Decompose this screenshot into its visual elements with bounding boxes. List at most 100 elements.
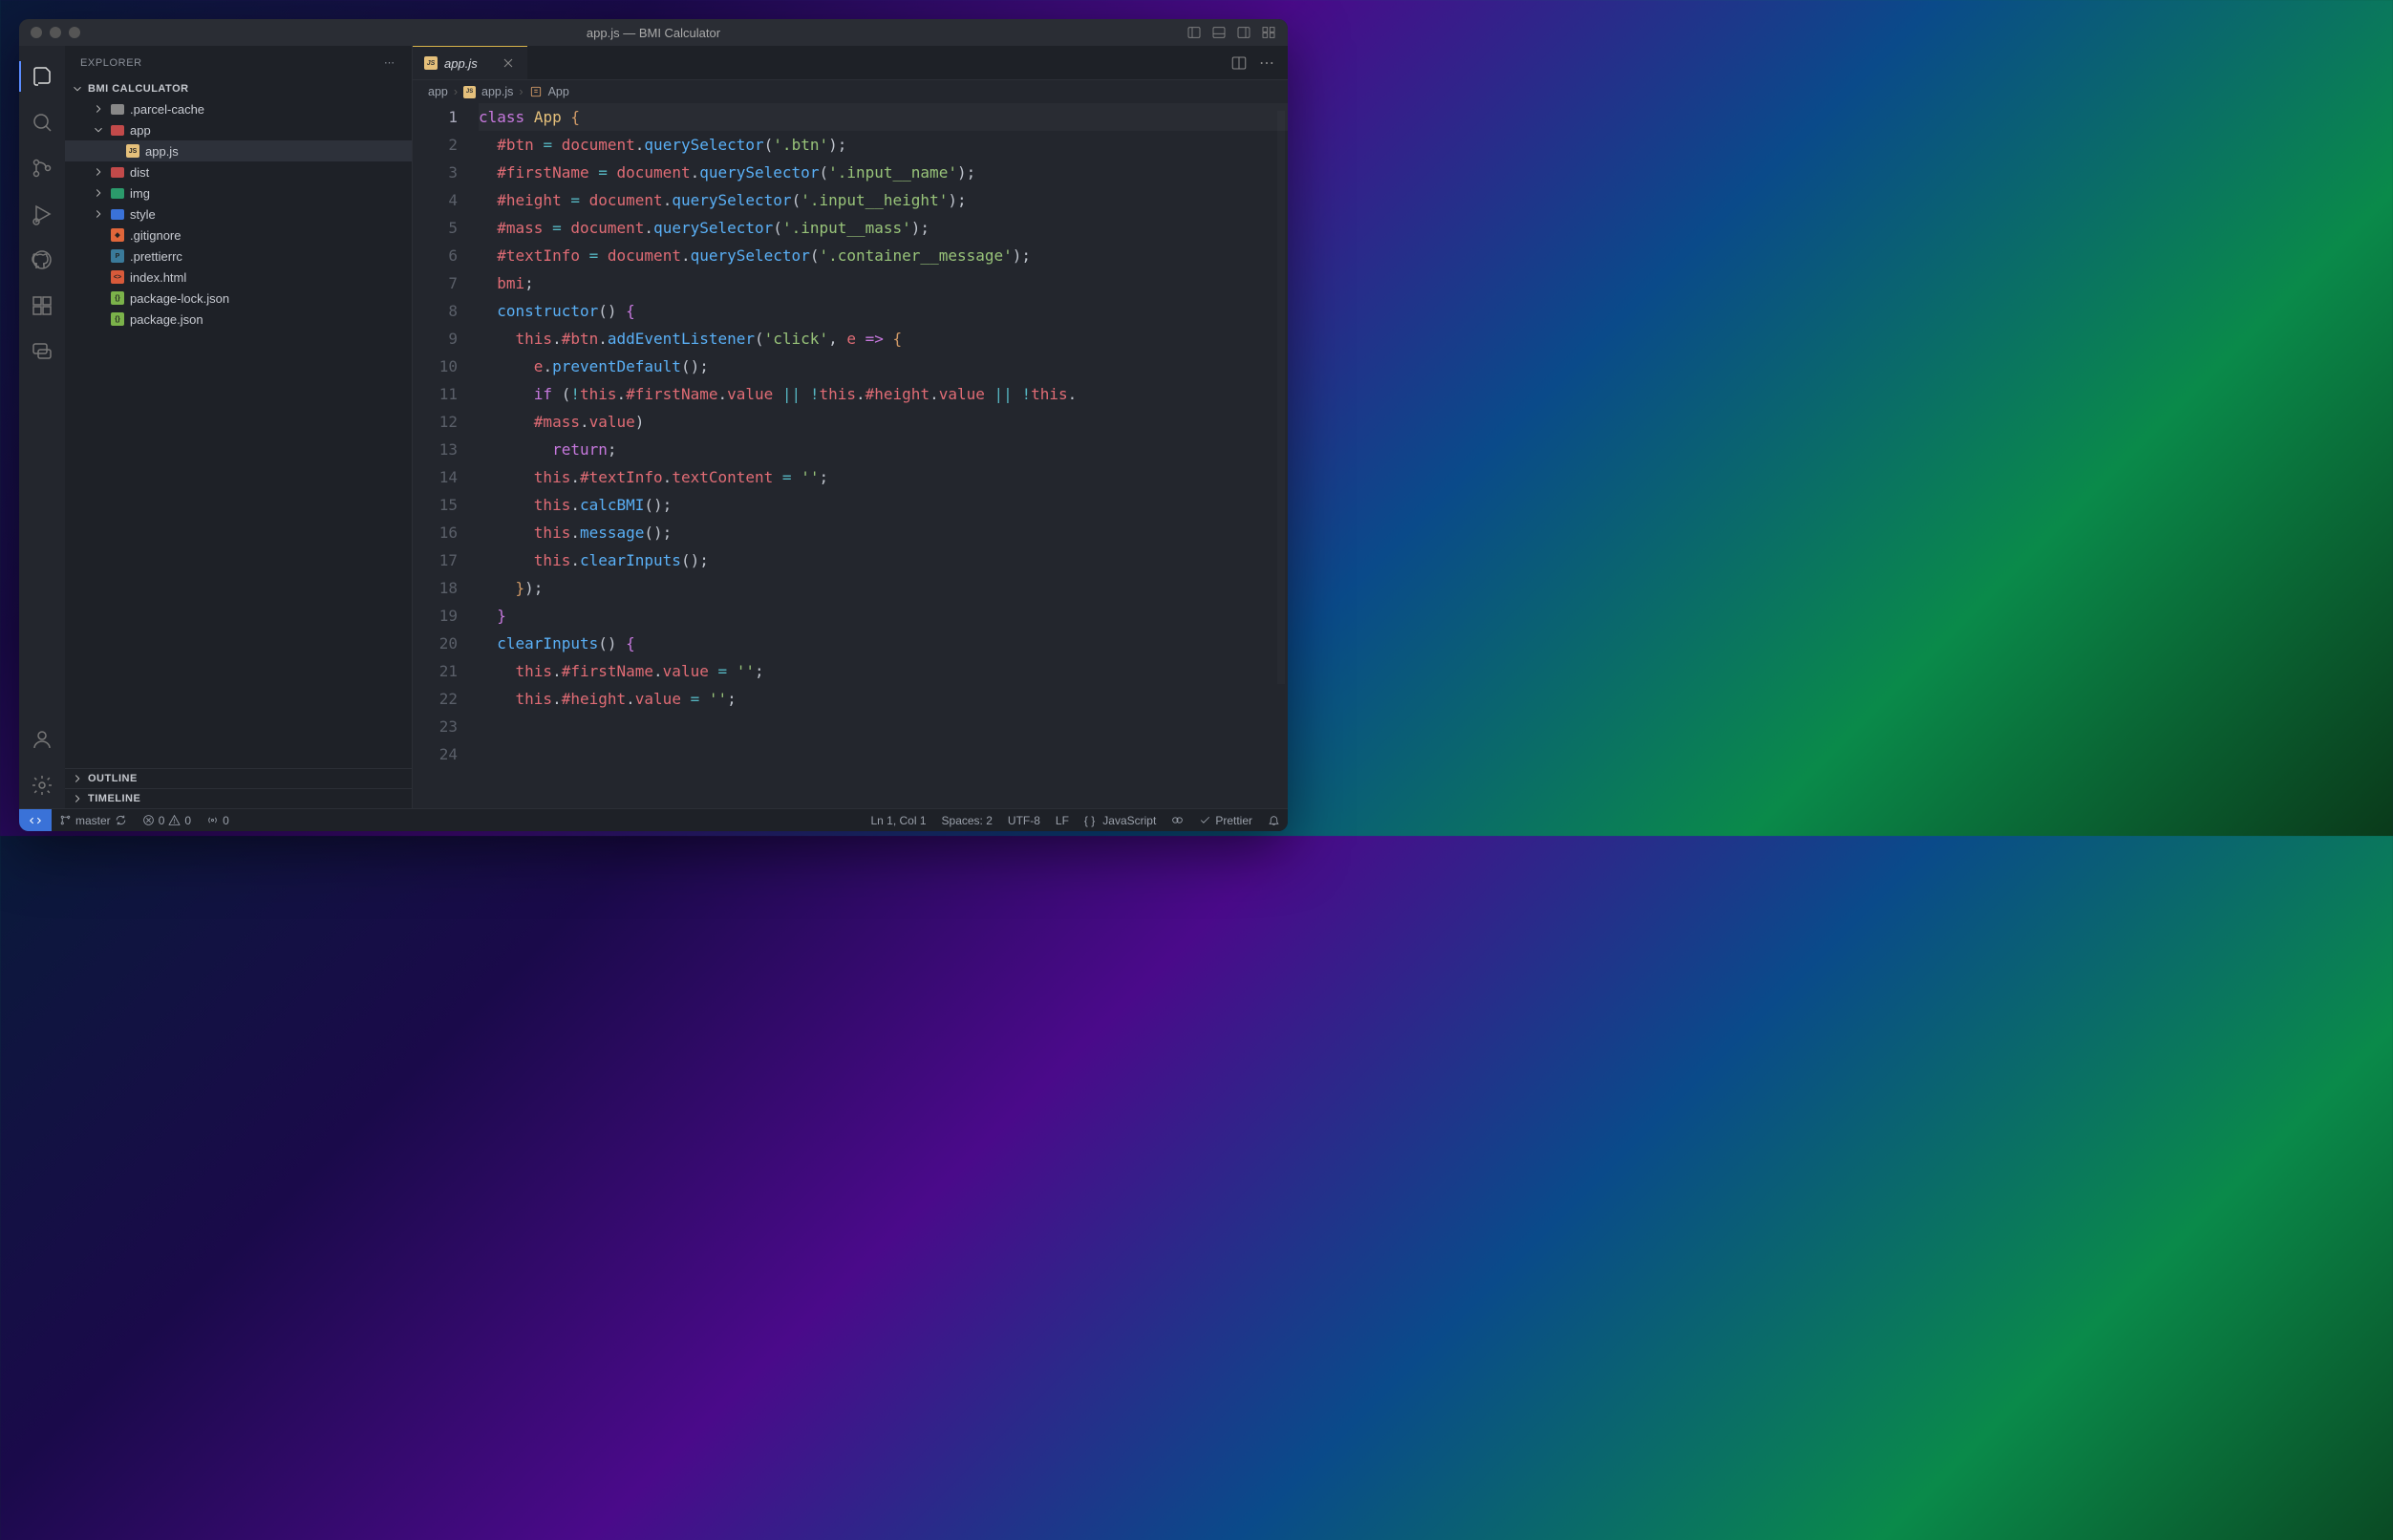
debug-tab[interactable] bbox=[19, 191, 65, 237]
file--gitignore[interactable]: ◆.gitignore bbox=[65, 225, 412, 246]
tree-label: .gitignore bbox=[130, 228, 181, 243]
timeline-section[interactable]: TIMELINE bbox=[65, 788, 412, 808]
remote-button[interactable] bbox=[19, 809, 52, 832]
breadcrumb-symbol[interactable]: App bbox=[548, 85, 569, 98]
file-package-json[interactable]: {}package.json bbox=[65, 309, 412, 330]
file-icon: <> bbox=[110, 269, 125, 285]
split-editor-icon[interactable] bbox=[1230, 54, 1248, 72]
chevron-right-icon bbox=[71, 772, 84, 785]
window-title: app.js — BMI Calculator bbox=[19, 26, 1288, 40]
traffic-lights[interactable] bbox=[31, 27, 80, 38]
language-status[interactable]: { }JavaScript bbox=[1077, 814, 1164, 827]
problems-status[interactable]: 0 0 bbox=[135, 809, 199, 831]
file-icon: {} bbox=[110, 311, 125, 327]
minimap[interactable] bbox=[1277, 111, 1285, 684]
error-count: 0 bbox=[159, 814, 165, 827]
layout-right-icon[interactable] bbox=[1236, 25, 1251, 40]
branch-icon bbox=[59, 814, 72, 826]
breadcrumb[interactable]: app › JS app.js › App bbox=[413, 80, 1288, 103]
tree-label: style bbox=[130, 207, 156, 222]
layout-left-icon[interactable] bbox=[1186, 25, 1202, 40]
explorer-tab[interactable] bbox=[19, 53, 65, 99]
search-tab[interactable] bbox=[19, 99, 65, 145]
tab-bar: JS app.js ⋯ bbox=[413, 46, 1288, 80]
chevron-right-icon bbox=[71, 792, 84, 805]
indentation-status[interactable]: Spaces: 2 bbox=[934, 814, 1000, 827]
vscode-window: app.js — BMI Calculator EXPLORER ⋯ bbox=[19, 19, 1288, 831]
sidebar-more-icon[interactable]: ⋯ bbox=[384, 56, 396, 69]
branch-name: master bbox=[75, 814, 111, 827]
outline-section[interactable]: OUTLINE bbox=[65, 768, 412, 788]
breadcrumb-folder[interactable]: app bbox=[428, 85, 448, 98]
file--prettierrc[interactable]: P.prettierrc bbox=[65, 246, 412, 267]
error-icon bbox=[142, 814, 155, 826]
js-file-icon: JS bbox=[424, 56, 438, 70]
code-editor[interactable]: 123456789101112131415161718192021222324 … bbox=[413, 103, 1288, 808]
account-icon[interactable] bbox=[19, 717, 65, 762]
close-dot[interactable] bbox=[31, 27, 42, 38]
outline-label: OUTLINE bbox=[88, 773, 138, 784]
sidebar: EXPLORER ⋯ BMI CALCULATOR .parcel-cachea… bbox=[65, 46, 413, 808]
encoding-status[interactable]: UTF-8 bbox=[1000, 814, 1048, 827]
git-branch-status[interactable]: master bbox=[52, 809, 135, 831]
tree-label: package-lock.json bbox=[130, 291, 229, 306]
file-icon: {} bbox=[110, 290, 125, 306]
file-index-html[interactable]: <>index.html bbox=[65, 267, 412, 288]
folder-img[interactable]: img bbox=[65, 182, 412, 203]
activity-bar bbox=[19, 46, 65, 808]
sidebar-header: EXPLORER ⋯ bbox=[65, 46, 412, 79]
sync-icon[interactable] bbox=[115, 814, 127, 826]
titlebar: app.js — BMI Calculator bbox=[19, 19, 1288, 46]
tree-label: dist bbox=[130, 165, 149, 180]
chat-tab[interactable] bbox=[19, 329, 65, 374]
folder-icon bbox=[110, 206, 125, 222]
code-lines[interactable]: class App { #btn = document.querySelecto… bbox=[475, 103, 1288, 808]
folder-dist[interactable]: dist bbox=[65, 161, 412, 182]
status-bar: master 0 0 0 Ln 1, Col 1 Spaces: 2 UTF-8… bbox=[19, 808, 1288, 831]
github-tab[interactable] bbox=[19, 237, 65, 283]
max-dot[interactable] bbox=[69, 27, 80, 38]
eol-status[interactable]: LF bbox=[1048, 814, 1077, 827]
chevron-down-icon bbox=[92, 123, 105, 137]
sidebar-title: EXPLORER bbox=[80, 57, 142, 69]
folder--parcel-cache[interactable]: .parcel-cache bbox=[65, 98, 412, 119]
warning-icon bbox=[168, 814, 181, 826]
folder-style[interactable]: style bbox=[65, 203, 412, 225]
file-app-js[interactable]: JS app.js bbox=[65, 140, 412, 161]
radio-icon bbox=[206, 814, 219, 826]
file-icon: P bbox=[110, 248, 125, 264]
min-dot[interactable] bbox=[50, 27, 61, 38]
timeline-label: TIMELINE bbox=[88, 793, 140, 804]
tree-label: app.js bbox=[145, 144, 179, 159]
layout-bottom-icon[interactable] bbox=[1211, 25, 1227, 40]
settings-icon[interactable] bbox=[19, 762, 65, 808]
editor-area: JS app.js ⋯ app › JS app.js › App 1234 bbox=[413, 46, 1288, 808]
project-section-header[interactable]: BMI CALCULATOR bbox=[65, 79, 412, 98]
liveshare-status[interactable]: 0 bbox=[199, 809, 237, 831]
chevron-right-icon bbox=[92, 207, 105, 221]
warning-count: 0 bbox=[184, 814, 191, 827]
prettier-status[interactable]: Prettier bbox=[1191, 814, 1260, 827]
folder-icon bbox=[110, 101, 125, 117]
folder-app[interactable]: app bbox=[65, 119, 412, 140]
bell-icon[interactable] bbox=[1260, 814, 1288, 826]
tree-label: img bbox=[130, 186, 150, 201]
class-icon bbox=[529, 85, 543, 98]
chevron-right-icon bbox=[92, 102, 105, 116]
cursor-position[interactable]: Ln 1, Col 1 bbox=[863, 814, 933, 827]
breadcrumb-file[interactable]: app.js bbox=[481, 85, 513, 98]
file-package-lock-json[interactable]: {} package-lock.json bbox=[65, 288, 412, 309]
chevron-right-icon bbox=[92, 186, 105, 200]
line-gutter: 123456789101112131415161718192021222324 bbox=[413, 103, 475, 808]
close-icon[interactable] bbox=[501, 55, 516, 71]
chevron-down-icon bbox=[71, 82, 84, 96]
tab-app-js[interactable]: JS app.js bbox=[413, 46, 527, 79]
file-icon: JS bbox=[125, 143, 140, 159]
scm-tab[interactable] bbox=[19, 145, 65, 191]
tab-more-icon[interactable]: ⋯ bbox=[1259, 53, 1276, 73]
radio-count: 0 bbox=[223, 814, 229, 827]
layout-grid-icon[interactable] bbox=[1261, 25, 1276, 40]
extensions-tab[interactable] bbox=[19, 283, 65, 329]
feedback-icon[interactable] bbox=[1164, 814, 1191, 826]
folder-icon bbox=[110, 164, 125, 180]
